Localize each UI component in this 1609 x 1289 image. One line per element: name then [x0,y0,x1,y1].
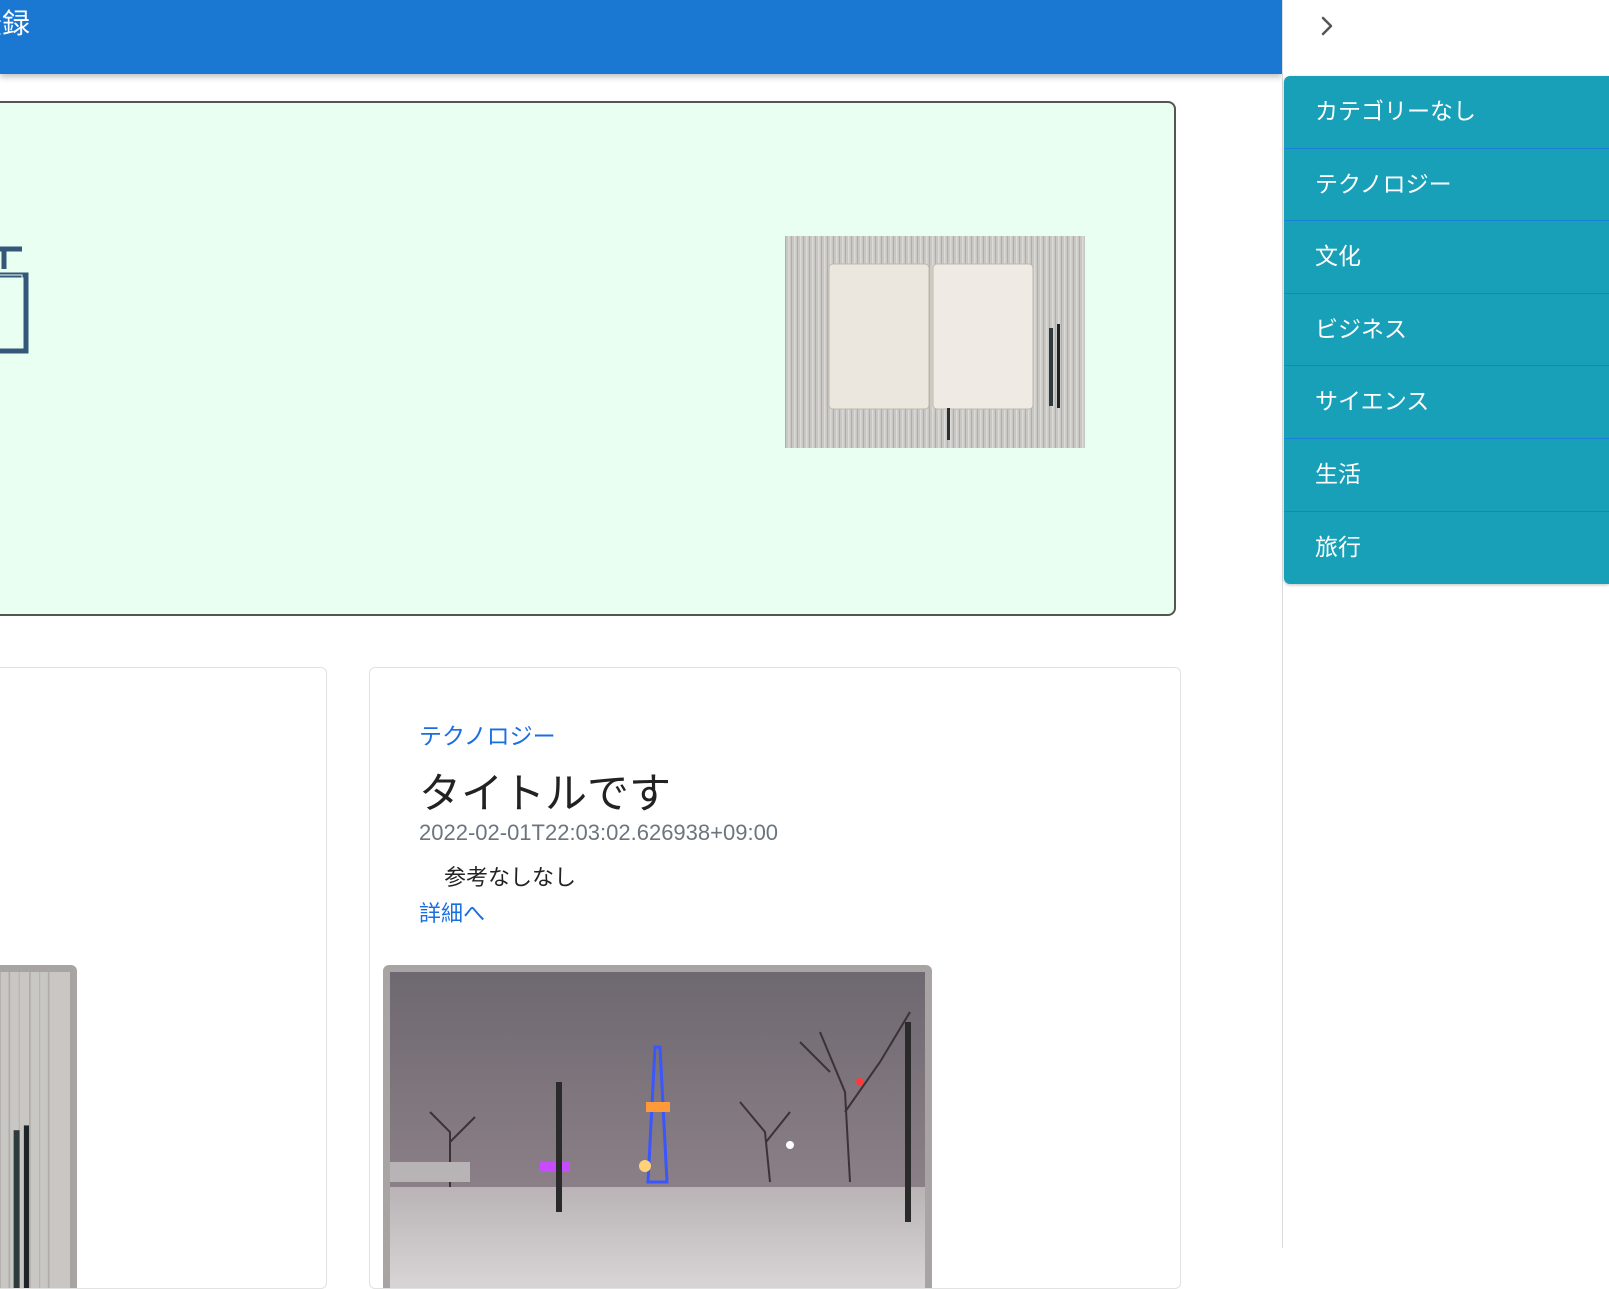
post-title: タイトルです [419,769,672,818]
category-item-technology[interactable]: テクノロジー [1284,149,1609,222]
hero-heading-fragment [0,246,29,354]
post-category-link[interactable]: テクノロジー [419,717,556,751]
category-item-travel[interactable]: 旅行 [1284,512,1609,585]
category-item-science[interactable]: サイエンス [1284,366,1609,439]
notebook-image [785,236,1085,448]
post-card [0,667,327,1289]
chevron-right-icon[interactable] [1315,14,1339,38]
post-date: 2022-02-01T22:03:02.626938+09:00 [419,820,779,845]
post-excerpt: 参考なしなし [444,866,577,891]
category-item-culture[interactable]: 文化 [1284,221,1609,294]
top-navbar: 登録 [0,0,1282,74]
category-list: カテゴリーなし テクノロジー 文化 ビジネス サイエンス 生活 旅行 [1284,76,1609,585]
post-thumbnail[interactable] [0,965,77,1289]
category-item-none[interactable]: カテゴリーなし [1284,76,1609,149]
hero-banner [0,101,1176,616]
site-title[interactable]: 登録 [0,4,30,44]
post-detail-link[interactable]: 詳細へ [419,896,485,928]
post-image[interactable] [383,965,932,1289]
category-item-business[interactable]: ビジネス [1284,294,1609,367]
category-item-life[interactable]: 生活 [1284,439,1609,512]
post-card: テクノロジー タイトルです 2022-02-01T22:03:02.626938… [369,667,1181,1289]
